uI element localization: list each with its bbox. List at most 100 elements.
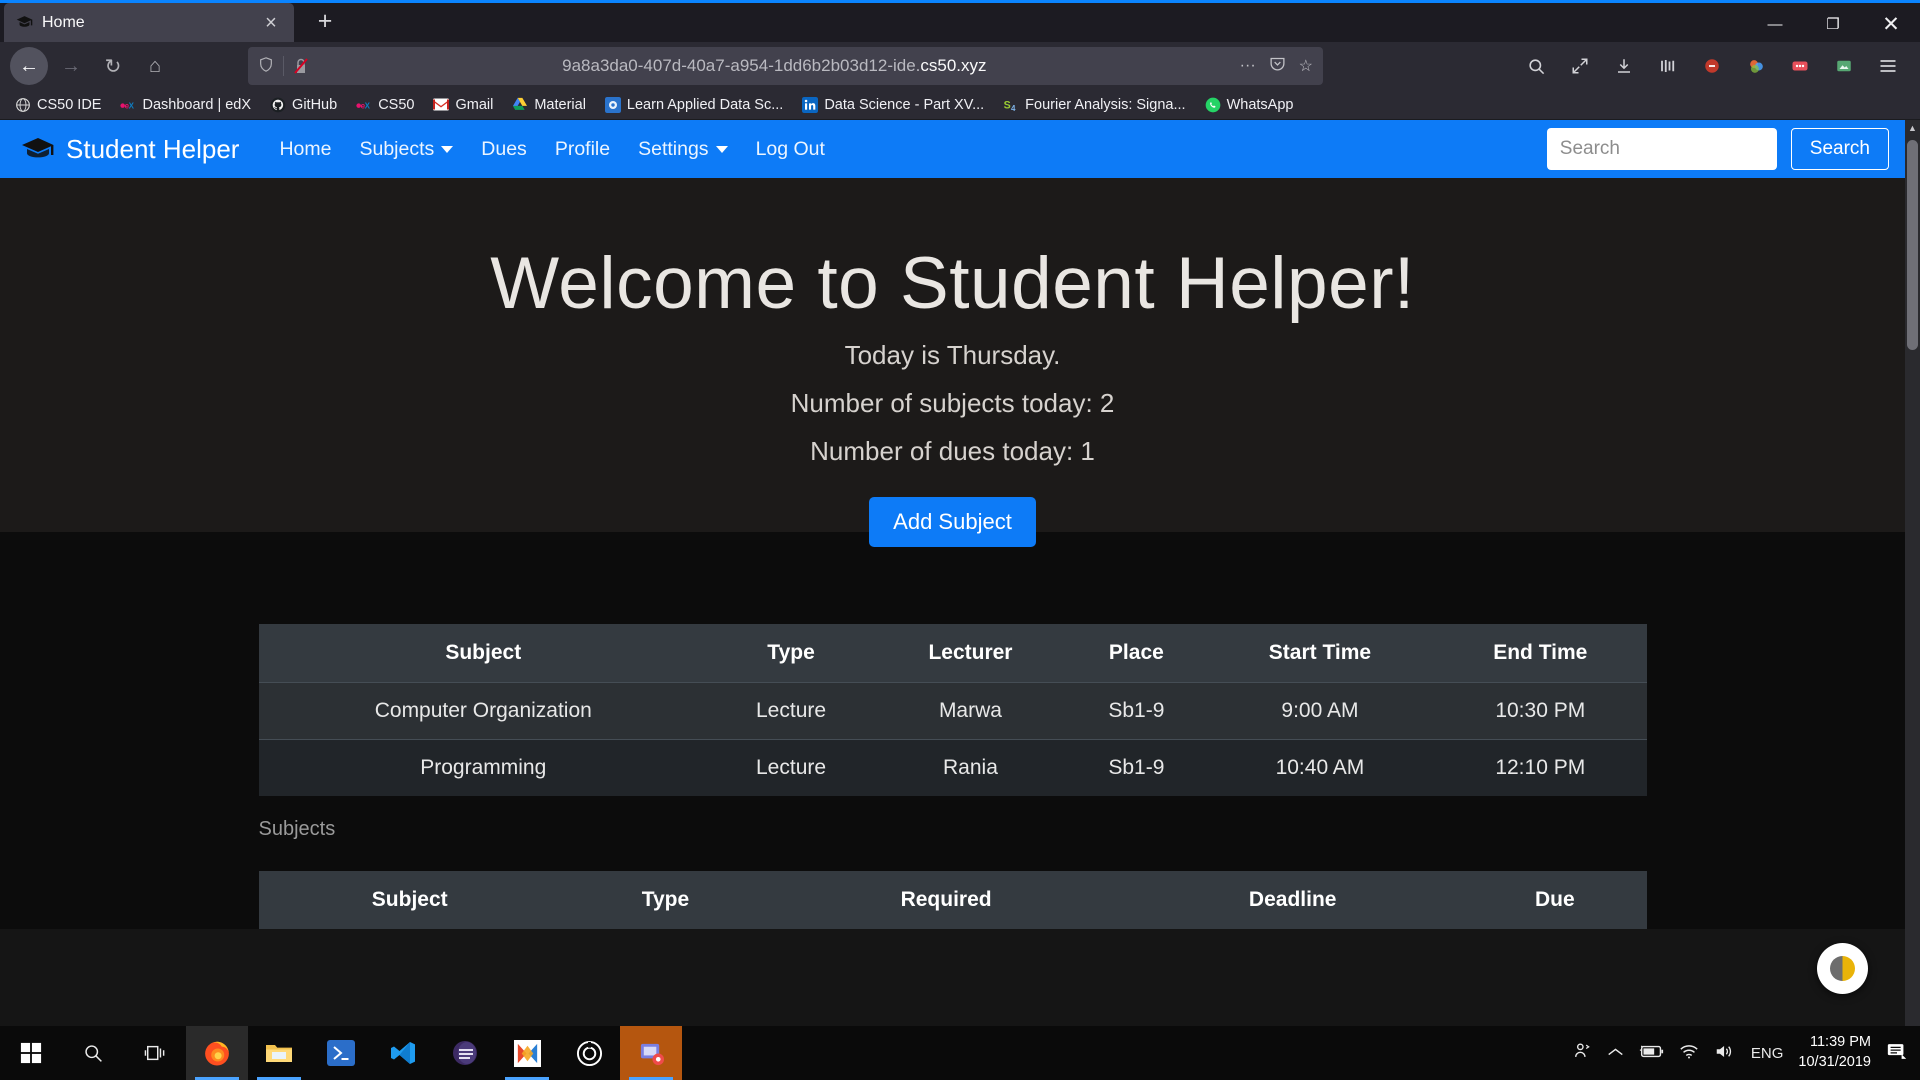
brand[interactable]: Student Helper bbox=[21, 134, 239, 165]
nav-link-label: Log Out bbox=[755, 137, 825, 160]
close-window-button[interactable]: ✕ bbox=[1862, 3, 1920, 45]
bookmark-item[interactable]: GitHub bbox=[263, 94, 344, 116]
desktop-screen: Home × + — ❐ ✕ ← → ↻ ⌂ 9a8a3da0-407d-40a… bbox=[0, 0, 1920, 1080]
office-icon[interactable] bbox=[496, 1026, 558, 1080]
clock[interactable]: 11:39 PM 10/31/2019 bbox=[1798, 1033, 1871, 1072]
new-tab-button[interactable]: + bbox=[310, 9, 340, 34]
nav-link-profile[interactable]: Profile bbox=[541, 132, 624, 167]
spiral-icon[interactable] bbox=[558, 1026, 620, 1080]
home-icon[interactable]: ⌂ bbox=[136, 47, 174, 85]
sync-account-icon[interactable] bbox=[1828, 50, 1860, 82]
nav-link-label: Home bbox=[279, 137, 332, 160]
url-text[interactable]: 9a8a3da0-407d-40a7-a954-1dd6b2b03d12-ide… bbox=[318, 56, 1231, 76]
bookmark-label: CS50 bbox=[378, 96, 415, 113]
maximize-button[interactable]: ❐ bbox=[1804, 3, 1862, 45]
column-header-start-time: Start Time bbox=[1205, 624, 1435, 683]
screenshot-tool-icon[interactable] bbox=[620, 1026, 682, 1080]
subjects-section-label: Subjects bbox=[258, 818, 336, 840]
downloads-icon[interactable] bbox=[1608, 50, 1640, 82]
bookmark-item[interactable]: CS50 IDE bbox=[8, 94, 108, 116]
nav-link-logout[interactable]: Log Out bbox=[742, 132, 839, 167]
nav-link-subjects[interactable]: Subjects bbox=[345, 132, 467, 167]
nav-link-home[interactable]: Home bbox=[265, 132, 345, 167]
bookmark-item[interactable]: S4 Fourier Analysis: Signa... bbox=[996, 94, 1192, 116]
cell-type: Lecture bbox=[708, 682, 874, 740]
bookmark-label: Fourier Analysis: Signa... bbox=[1025, 96, 1186, 113]
page-actions-icon[interactable]: ··· bbox=[1240, 57, 1256, 75]
cell-type: Lecture bbox=[708, 739, 874, 796]
file-explorer-icon[interactable] bbox=[248, 1026, 310, 1080]
minimize-button[interactable]: — bbox=[1746, 3, 1804, 45]
forward-icon[interactable]: → bbox=[52, 47, 90, 85]
column-header-subject: Subject bbox=[258, 624, 709, 683]
nav-link-dues[interactable]: Dues bbox=[467, 132, 541, 167]
bookmark-item[interactable]: eX CS50 bbox=[349, 94, 421, 116]
container-tabs-icon[interactable] bbox=[1740, 50, 1772, 82]
pocket-icon[interactable] bbox=[1269, 55, 1286, 77]
address-bar[interactable]: 9a8a3da0-407d-40a7-a954-1dd6b2b03d12-ide… bbox=[248, 47, 1323, 85]
search-button[interactable]: Search bbox=[1790, 128, 1889, 170]
firefox-icon[interactable] bbox=[186, 1026, 248, 1080]
edx-icon: eX bbox=[356, 97, 372, 113]
bookmark-item[interactable]: Material bbox=[505, 94, 593, 116]
nav-link-label: Dues bbox=[481, 137, 527, 160]
add-subject-button[interactable]: Add Subject bbox=[869, 496, 1036, 547]
divider bbox=[283, 56, 284, 76]
bookmark-item[interactable]: Gmail bbox=[426, 94, 500, 116]
navbar-search-form: Search bbox=[1546, 128, 1889, 170]
language-indicator[interactable]: ENG bbox=[1751, 1045, 1784, 1062]
volume-icon[interactable] bbox=[1714, 1043, 1736, 1064]
broken-lock-icon[interactable] bbox=[293, 57, 309, 75]
notifications-icon[interactable] bbox=[1886, 1042, 1908, 1065]
search-icon[interactable] bbox=[62, 1026, 124, 1080]
page-scrollbar[interactable]: ▲ ▼ bbox=[1905, 120, 1920, 1042]
wifi-icon[interactable] bbox=[1679, 1043, 1699, 1063]
app-nav-links: Home Subjects Dues Profile Settings Log … bbox=[265, 132, 839, 167]
fullscreen-icon[interactable] bbox=[1564, 50, 1596, 82]
bookmark-item[interactable]: eX Dashboard | edX bbox=[113, 94, 258, 116]
column-header-deadline: Deadline bbox=[1122, 871, 1464, 929]
powershell-icon[interactable] bbox=[310, 1026, 372, 1080]
task-view-icon[interactable] bbox=[124, 1026, 186, 1080]
people-icon[interactable] bbox=[1572, 1041, 1592, 1065]
hero-section: Welcome to Student Helper! Today is Thur… bbox=[0, 178, 1905, 547]
scroll-up-icon[interactable]: ▲ bbox=[1905, 120, 1920, 136]
tracking-protection-shield-icon[interactable] bbox=[258, 56, 274, 77]
search-input[interactable] bbox=[1546, 128, 1777, 170]
bookmark-item[interactable]: Data Science - Part XV... bbox=[795, 94, 991, 116]
cell-start-time: 9:00 AM bbox=[1205, 682, 1435, 740]
back-icon[interactable]: ← bbox=[10, 47, 48, 85]
bookmark-label: GitHub bbox=[292, 96, 338, 113]
eclipse-icon[interactable] bbox=[434, 1026, 496, 1080]
column-header-due: Due bbox=[1463, 871, 1647, 929]
battery-charging-icon[interactable] bbox=[1639, 1044, 1664, 1063]
tab-strip: Home × + — ❐ ✕ bbox=[0, 0, 1920, 42]
bookmark-label: Gmail bbox=[455, 96, 494, 113]
search-icon[interactable] bbox=[1520, 50, 1552, 82]
theme-toggle-icon[interactable] bbox=[1817, 943, 1868, 994]
bookmark-star-icon[interactable]: ☆ bbox=[1299, 56, 1313, 76]
cell-place: Sb1-9 bbox=[1066, 739, 1206, 796]
bookmark-item[interactable]: WhatsApp bbox=[1198, 94, 1301, 116]
nav-link-settings[interactable]: Settings bbox=[624, 132, 741, 167]
menu-icon[interactable] bbox=[1872, 50, 1904, 82]
close-icon[interactable]: × bbox=[260, 13, 282, 33]
vscode-icon[interactable] bbox=[372, 1026, 434, 1080]
schedule-table-wrapper: Subject Type Lecturer Place Start Time E… bbox=[258, 624, 1647, 929]
bookmark-item[interactable]: Learn Applied Data Sc... bbox=[598, 94, 790, 116]
table-row[interactable]: Computer Organization Lecture Marwa Sb1-… bbox=[258, 682, 1647, 740]
browser-navigation-bar: ← → ↻ ⌂ 9a8a3da0-407d-40a7-a954-1dd6b2b0… bbox=[0, 42, 1920, 90]
shield-extension-icon[interactable] bbox=[1696, 50, 1728, 82]
browser-tab[interactable]: Home × bbox=[4, 3, 294, 42]
table-row[interactable]: Programming Lecture Rania Sb1-9 10:40 AM… bbox=[258, 739, 1647, 796]
extension-icon[interactable] bbox=[1784, 50, 1816, 82]
reload-icon[interactable]: ↻ bbox=[94, 47, 132, 85]
today-line: Today is Thursday. bbox=[844, 339, 1061, 370]
subjects-table: Subject Type Required Deadline Due bbox=[258, 871, 1647, 929]
show-hidden-icons-icon[interactable] bbox=[1607, 1045, 1624, 1062]
scrollbar-thumb[interactable] bbox=[1907, 140, 1918, 350]
linkedin-icon bbox=[802, 96, 819, 113]
windows-start-icon[interactable] bbox=[0, 1026, 62, 1080]
library-icon[interactable] bbox=[1652, 50, 1684, 82]
windows-taskbar: ENG 11:39 PM 10/31/2019 bbox=[0, 1026, 1920, 1080]
